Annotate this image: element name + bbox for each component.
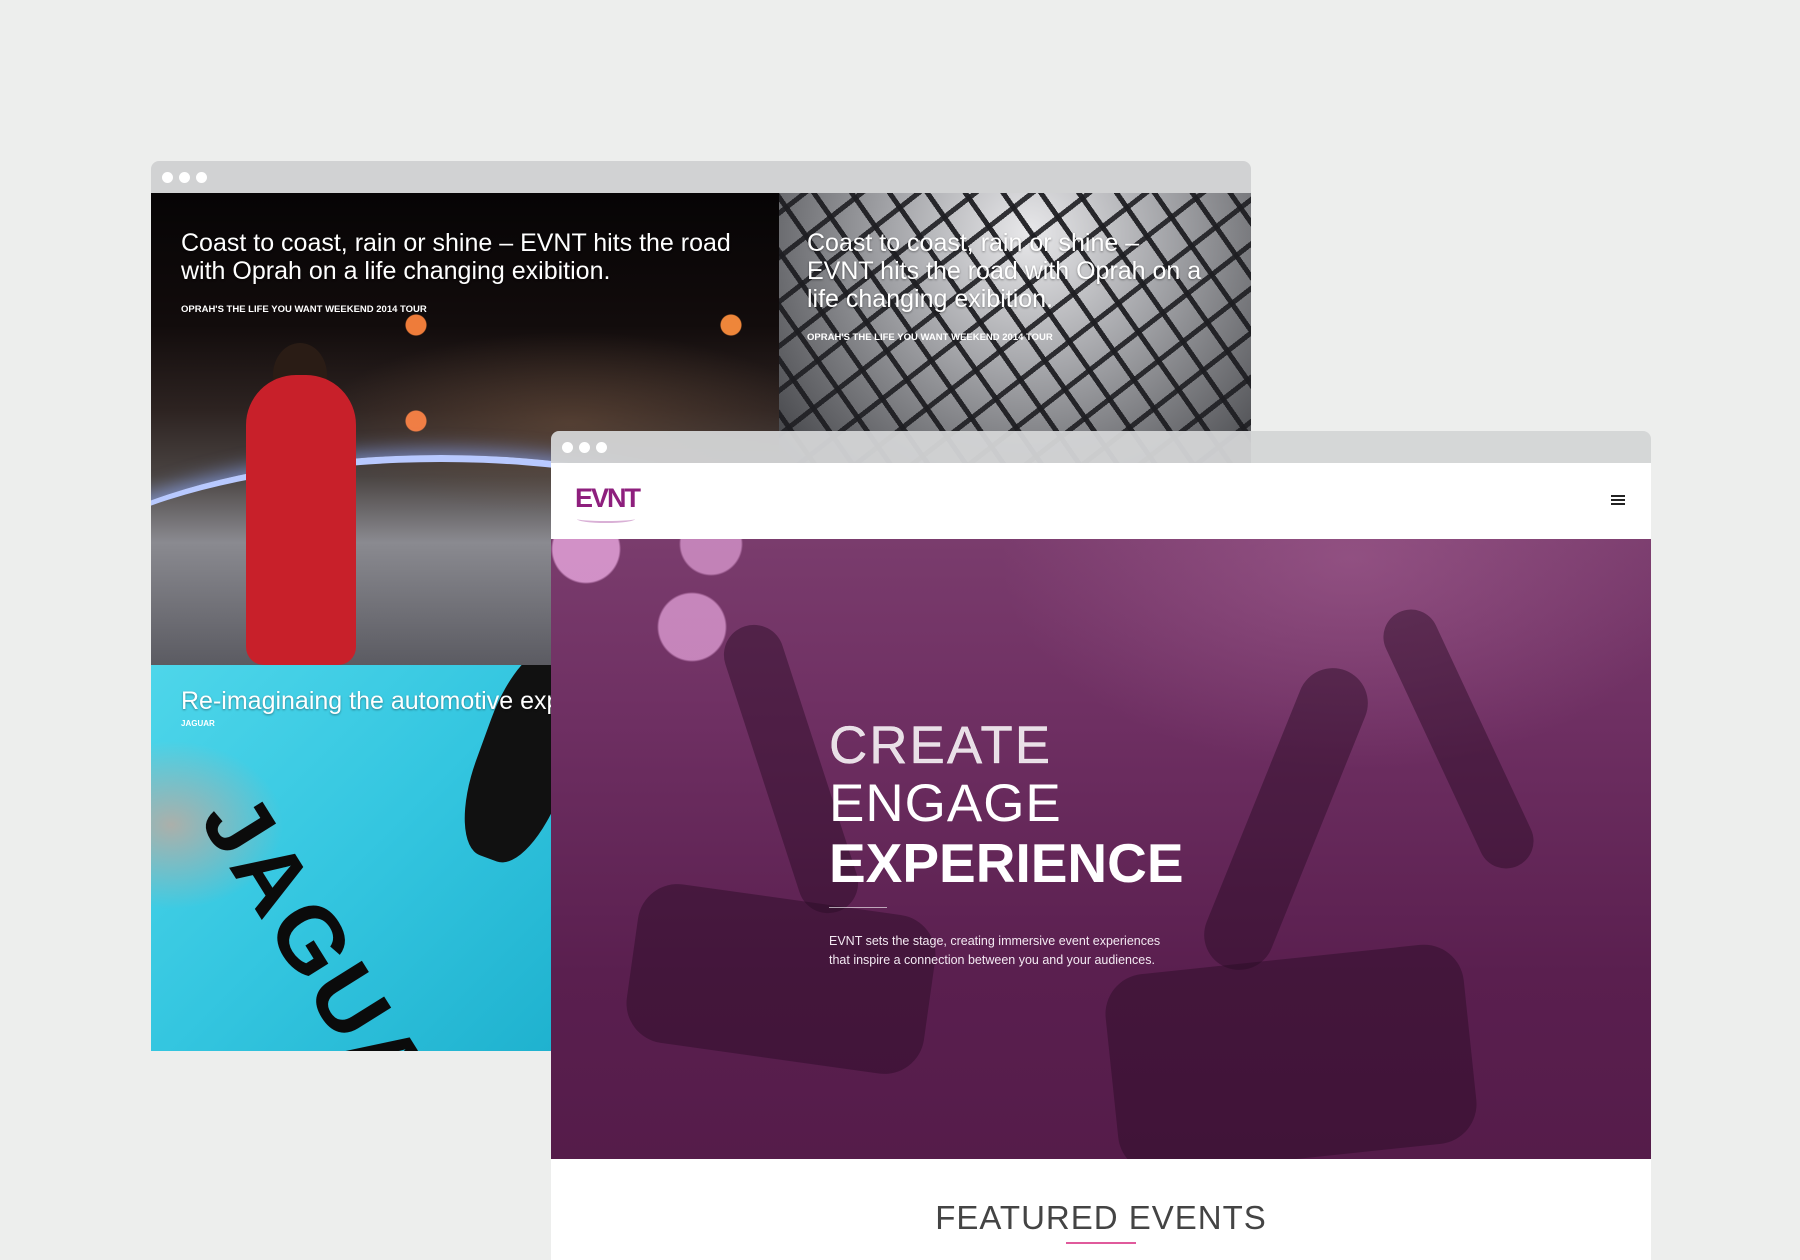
- close-dot[interactable]: [162, 172, 173, 183]
- hero-line-experience: EXPERIENCE: [829, 832, 1184, 894]
- front-browser-window: EVNT CREATE ENGAGE EXPERIENCE EVNT sets …: [551, 431, 1651, 1260]
- speaker-image: [246, 375, 356, 665]
- window-controls: [562, 442, 607, 453]
- featured-underline: [1066, 1242, 1136, 1244]
- hero-text-block: CREATE ENGAGE EXPERIENCE EVNT sets the s…: [829, 716, 1184, 970]
- tile-subtitle: OPRAH'S THE LIFE YOU WANT WEEKEND 2014 T…: [181, 304, 427, 315]
- logo-swoosh-icon: [577, 515, 635, 523]
- back-window-titlebar: [151, 161, 1251, 193]
- jaguar-lettering: JAGUAR: [181, 775, 487, 1051]
- tile-caption-oprah: Coast to coast, rain or shine – EVNT hit…: [181, 229, 781, 315]
- crowd-hand-image: [1193, 657, 1379, 981]
- crowd-hand-image: [1374, 600, 1543, 878]
- site-header: EVNT: [551, 463, 1651, 539]
- hero-divider: [829, 907, 887, 908]
- hero-line-engage: ENGAGE: [829, 774, 1062, 833]
- close-dot[interactable]: [562, 442, 573, 453]
- crowd-head-image: [1101, 940, 1481, 1159]
- hamburger-menu-icon[interactable]: [1611, 495, 1625, 507]
- featured-events-section: FEATURED EVENTS: [551, 1159, 1651, 1260]
- maximize-dot[interactable]: [196, 172, 207, 183]
- window-controls: [162, 172, 207, 183]
- tile-subtitle: OPRAH'S THE LIFE YOU WANT WEEKEND 2014 T…: [807, 332, 1053, 343]
- minimize-dot[interactable]: [179, 172, 190, 183]
- tile-title[interactable]: Coast to coast, rain or shine – EVNT hit…: [807, 229, 1207, 313]
- hero-description: EVNT sets the stage, creating immersive …: [829, 934, 1161, 967]
- featured-events-heading: FEATURED EVENTS: [935, 1199, 1267, 1236]
- tile-caption-architecture: Coast to coast, rain or shine – EVNT hit…: [807, 229, 1207, 343]
- minimize-dot[interactable]: [579, 442, 590, 453]
- maximize-dot[interactable]: [596, 442, 607, 453]
- hero-banner: CREATE ENGAGE EXPERIENCE EVNT sets the s…: [551, 539, 1651, 1159]
- tile-title[interactable]: Coast to coast, rain or shine – EVNT hit…: [181, 229, 781, 285]
- hero-line-create: CREATE: [829, 716, 1053, 775]
- evnt-logo[interactable]: EVNT: [575, 483, 641, 514]
- front-window-titlebar: [551, 431, 1651, 463]
